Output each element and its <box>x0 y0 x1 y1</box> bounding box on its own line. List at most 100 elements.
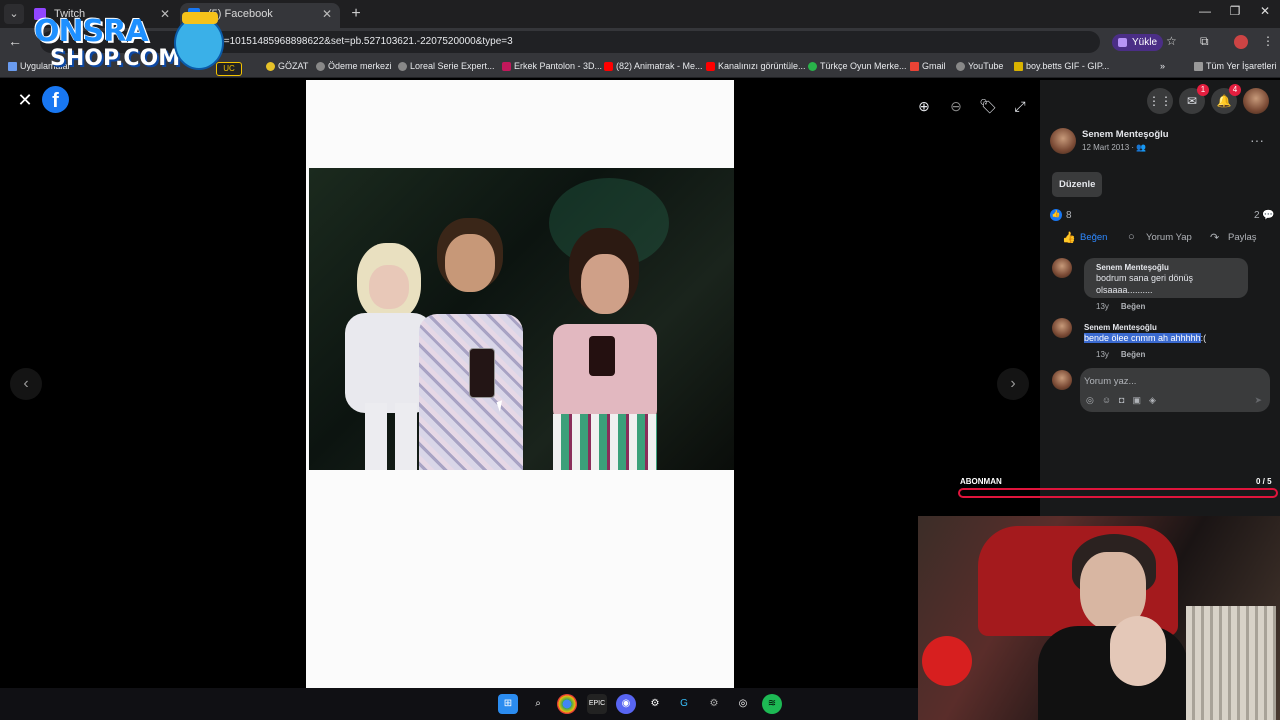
bookmark-animatrak[interactable]: (82) Animatrak - Me... <box>604 61 703 71</box>
author-avatar[interactable] <box>1050 128 1076 154</box>
star-icon[interactable]: ☆ <box>1166 34 1177 48</box>
account-avatar[interactable] <box>1243 88 1269 114</box>
start-icon[interactable]: ⊞ <box>498 694 518 714</box>
sub-goal-bar <box>958 488 1278 498</box>
search-icon[interactable]: ⌕ <box>528 694 548 714</box>
profile-icon[interactable] <box>1234 35 1248 49</box>
windows-taskbar: ⊞ ⌕ EPIC ◉ ⚙ G ⚙ ◎ ≋ <box>0 688 918 720</box>
bookmark-kanal[interactable]: Kanalınızı görüntüle... <box>706 61 806 71</box>
back-arrow-icon[interactable]: ← <box>8 33 22 49</box>
spotify-icon[interactable]: ≋ <box>762 694 782 714</box>
edit-button[interactable]: Düzenle <box>1052 172 1103 197</box>
send-icon[interactable]: ➤ <box>1254 395 1262 406</box>
close-window-icon[interactable]: ✕ <box>1250 4 1280 18</box>
zoom-in-icon[interactable]: ⊕ <box>912 94 936 118</box>
bookmark-loreal[interactable]: Loreal Serie Expert... <box>398 61 495 71</box>
composer-tools[interactable]: ◎☺◘▣◈ <box>1086 395 1164 406</box>
commenter-avatar[interactable] <box>1052 318 1072 338</box>
menu-dots-icon[interactable]: ⋮ <box>1262 34 1274 48</box>
composer-avatar[interactable] <box>1052 370 1072 390</box>
globe-icon <box>956 62 965 71</box>
apps-grid-icon <box>8 62 17 71</box>
fullscreen-icon[interactable]: ⤢ <box>1008 94 1032 118</box>
comment-icon: ○ <box>1128 231 1135 243</box>
new-tab-button[interactable]: + <box>346 4 366 24</box>
zoom-out-icon[interactable]: ⊖ <box>944 94 968 118</box>
gmail-icon <box>910 62 919 71</box>
thumbs-up-icon: 👍 <box>1062 232 1076 244</box>
previous-photo-button[interactable]: ‹ <box>10 368 42 400</box>
logitech-icon[interactable]: G <box>674 694 694 714</box>
epic-games-icon[interactable]: EPIC <box>587 694 607 714</box>
plush-toy <box>922 636 972 686</box>
steam-icon[interactable]: ⚙ <box>645 694 665 714</box>
comment-bubble: Senem Menteşoğlu bende ölee cnmm ah ahhh… <box>1084 323 1207 343</box>
bookmark-gozat[interactable]: GÖZAT <box>266 61 308 71</box>
post-side-panel: ⋮⋮ ✉ 1 🔔 4 Senem Menteşoğlu 12 Mart 2013 ·… <box>1040 80 1280 516</box>
tab-search-button[interactable]: ⌄ <box>4 4 24 24</box>
menu-grid-icon[interactable]: ⋮⋮ <box>1147 88 1173 114</box>
game-icon <box>808 62 817 71</box>
share-icon: ↷ <box>1210 232 1220 244</box>
comment-input[interactable]: Yorum yaz... ◎☺◘▣◈ ➤ <box>1080 368 1270 412</box>
commenter-avatar[interactable] <box>1052 258 1072 278</box>
messenger-badge: 1 <box>1197 84 1209 96</box>
comment-meta: 13y Beğen <box>1096 350 1146 359</box>
like-count[interactable]: 8 <box>1050 209 1072 221</box>
close-icon[interactable]: ✕ <box>14 90 36 111</box>
webcam-feed <box>918 516 1280 720</box>
messenger-icon[interactable]: ✉ 1 <box>1179 84 1209 114</box>
sub-goal-label: ABONMAN <box>960 477 1002 486</box>
extensions-icon[interactable]: ⧉ <box>1200 34 1209 49</box>
post-photo[interactable] <box>306 80 734 688</box>
youtube-icon <box>706 62 715 71</box>
bookmark-erkek[interactable]: Erkek Pantolon - 3D... <box>502 61 602 71</box>
next-photo-button[interactable]: › <box>997 368 1029 400</box>
comment-bubble: Senem Menteşoğlu bodrum sana geri dönüş … <box>1084 258 1248 298</box>
bookmark-youtube[interactable]: YouTube <box>956 61 1003 71</box>
onsra-shop-logo: ONSRA SHOP.COM UC <box>34 12 264 84</box>
comment-like-link[interactable]: Beğen <box>1121 350 1145 359</box>
globe-icon <box>398 62 407 71</box>
comment-meta: 13y Beğen <box>1096 302 1146 311</box>
close-tab-icon[interactable]: ✕ <box>322 3 332 25</box>
obs-icon[interactable]: ◎ <box>733 694 753 714</box>
post-author[interactable]: Senem Menteşoğlu <box>1082 129 1169 140</box>
chrome-icon[interactable] <box>557 694 577 714</box>
bookmark-icon <box>266 62 275 71</box>
sub-goal-count: 0 / 5 <box>1256 477 1272 486</box>
post-date[interactable]: 12 Mart 2013 · 👥 <box>1082 143 1146 152</box>
comment-like-link[interactable]: Beğen <box>1121 302 1145 311</box>
bookmark-odeme[interactable]: Ödeme merkezi <box>316 61 392 71</box>
tag-icon[interactable]: 🏷 <box>976 94 1000 118</box>
girl-left <box>409 218 529 470</box>
photo-viewer: ✕ f ⊕ ⊖ 🏷 ⤢ ‹ › <box>0 80 1040 688</box>
upload-button[interactable]: Yükle <box>1112 34 1164 51</box>
photo-scene <box>309 168 734 470</box>
comment-button[interactable]: ○ Yorum Yap <box>1128 231 1192 243</box>
bell-icon[interactable]: 🔔 4 <box>1211 84 1241 114</box>
restore-icon[interactable]: ❐ <box>1220 4 1250 18</box>
notifications-badge: 4 <box>1229 84 1241 96</box>
girl-right <box>533 228 663 470</box>
post-actions: 👍 Beğen ○ Yorum Yap ↷ Paylaş <box>1040 230 1280 248</box>
radiator <box>1186 606 1276 720</box>
bookmarks-overflow-icon[interactable]: » <box>1160 61 1165 71</box>
bookmark-boybetts[interactable]: boy.betts GIF - GIP... <box>1014 61 1109 71</box>
comment-count[interactable]: 2 💬 <box>1254 210 1275 221</box>
share-button[interactable]: ↷ Paylaş <box>1210 232 1257 244</box>
youtube-icon <box>604 62 613 71</box>
file-icon <box>1014 62 1023 71</box>
globe-icon <box>316 62 325 71</box>
discord-icon[interactable]: ◉ <box>616 694 636 714</box>
linkedin-icon <box>502 62 511 71</box>
folder-icon <box>1194 62 1203 71</box>
more-options-icon[interactable]: ··· <box>1250 132 1264 148</box>
like-button[interactable]: 👍 Beğen <box>1062 232 1107 244</box>
bookmark-oyun[interactable]: Türkçe Oyun Merke... <box>808 61 907 71</box>
settings-icon[interactable]: ⚙ <box>704 694 724 714</box>
all-bookmarks[interactable]: Tüm Yer İşaretleri <box>1194 61 1277 71</box>
minimize-icon[interactable]: — <box>1190 4 1220 18</box>
facebook-logo[interactable]: f <box>42 86 69 113</box>
bookmark-gmail[interactable]: Gmail <box>910 61 946 71</box>
